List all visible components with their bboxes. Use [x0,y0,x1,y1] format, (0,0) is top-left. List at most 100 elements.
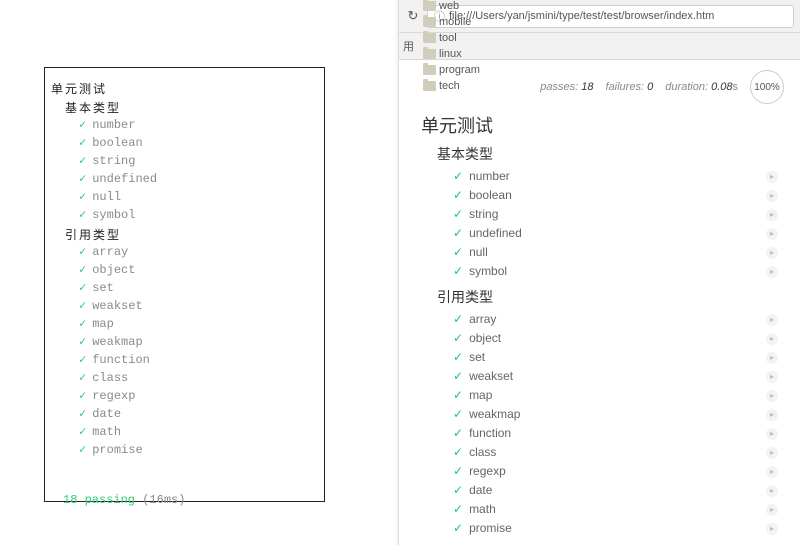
check-icon: ✓ [79,170,86,188]
bookmark-label: web [439,0,459,12]
mocha-test-item[interactable]: ✓object▸ [453,329,784,348]
bookmark-folder[interactable]: linux [418,46,485,62]
mocha-test-item[interactable]: ✓undefined▸ [453,224,784,243]
replay-icon[interactable]: ▸ [766,447,778,459]
check-icon: ✓ [79,243,86,261]
bookmark-folder[interactable]: mobile [418,14,485,30]
mocha-test-item[interactable]: ✓ function ▸ [453,424,784,443]
stats-passes-label: passes: [540,81,578,93]
mocha-suite-root[interactable]: 单元测试 [421,112,784,138]
replay-icon[interactable]: ▸ [766,523,778,535]
terminal-test-item: ✓date [79,405,324,423]
check-icon: ✓ [79,387,86,405]
bookmarks-prefix[interactable]: 用 [403,38,414,54]
terminal-test-item: ✓number [79,116,324,134]
folder-icon [423,49,436,59]
check-icon: ✓ [453,348,463,367]
progress-pct: 100% [754,82,780,93]
check-icon: ✓ [79,315,86,333]
bookmark-label: linux [439,48,462,60]
check-icon: ✓ [453,243,463,262]
replay-icon[interactable]: ▸ [766,504,778,516]
terminal-suite-root: 单元测试 [51,80,324,97]
folder-icon [423,65,436,75]
bookmarks-bar: 用 webmobiletoollinuxprogramtech [399,33,800,60]
mocha-test-item[interactable]: ✓promise▸ [453,519,784,538]
mocha-test-item[interactable]: ✓ weakset ▸ [453,367,784,386]
bookmark-folder[interactable]: tool [418,30,485,46]
check-icon: ✓ [453,519,463,538]
check-icon: ✓ [79,441,86,459]
check-icon: ✓ [453,310,463,329]
replay-icon[interactable]: ▸ [766,171,778,183]
test-label: null [469,243,488,262]
terminal-test-item: ✓promise [79,441,324,459]
terminal-test-item: ✓symbol [79,206,324,224]
check-icon: ✓ [453,167,463,186]
replay-icon[interactable]: ▸ [766,409,778,421]
test-label: set [469,348,485,367]
terminal-test-item: ✓weakset [79,297,324,315]
mocha-test-item[interactable]: ✓ null ▸ [453,243,784,262]
terminal-test-item: ✓object [79,261,324,279]
replay-icon[interactable]: ▸ [766,390,778,402]
mocha-test-item[interactable]: ✓class▸ [453,443,784,462]
bookmark-folder[interactable]: web [418,0,485,14]
test-label: math [469,500,496,519]
mocha-test-item[interactable]: ✓ set ▸ [453,348,784,367]
stats-duration-label: duration: [665,81,708,93]
mocha-test-item[interactable]: ✓weakmap▸ [453,405,784,424]
check-icon: ✓ [79,134,86,152]
mocha-test-item[interactable]: ✓string▸ [453,205,784,224]
test-label: weakset [469,367,513,386]
check-icon: ✓ [79,152,86,170]
mocha-test-item[interactable]: ✓map▸ [453,386,784,405]
check-icon: ✓ [453,329,463,348]
replay-icon[interactable]: ▸ [766,333,778,345]
check-icon: ✓ [79,188,86,206]
check-icon: ✓ [453,186,463,205]
terminal-test-item: ✓function [79,351,324,369]
replay-icon[interactable]: ▸ [766,190,778,202]
bookmark-folder[interactable]: tech [418,78,485,94]
mocha-group-title[interactable]: 基本类型 [437,144,784,164]
test-label: undefined [469,224,522,243]
replay-icon[interactable]: ▸ [766,485,778,497]
mocha-group-title[interactable]: 引用类型 [437,287,784,307]
replay-icon[interactable]: ▸ [766,247,778,259]
terminal-test-item: ✓regexp [79,387,324,405]
replay-icon[interactable]: ▸ [766,266,778,278]
mocha-test-item[interactable]: ✓number▸ [453,167,784,186]
check-icon: ✓ [453,386,463,405]
check-icon: ✓ [453,462,463,481]
mocha-test-item[interactable]: ✓date▸ [453,481,784,500]
replay-icon[interactable]: ▸ [766,466,778,478]
check-icon: ✓ [79,333,86,351]
test-label: boolean [469,186,512,205]
terminal-test-item: ✓string [79,152,324,170]
check-icon: ✓ [79,369,86,387]
terminal-test-item: ✓null [79,188,324,206]
mocha-test-item[interactable]: ✓array▸ [453,310,784,329]
test-label: function [469,424,511,443]
mocha-test-item[interactable]: ✓math▸ [453,500,784,519]
folder-icon [423,33,436,43]
check-icon: ✓ [453,367,463,386]
bookmark-label: tech [439,80,460,92]
check-icon: ✓ [453,262,463,281]
replay-icon[interactable]: ▸ [766,371,778,383]
bookmark-folder[interactable]: program [418,62,485,78]
replay-icon[interactable]: ▸ [766,352,778,364]
replay-icon[interactable]: ▸ [766,428,778,440]
replay-icon[interactable]: ▸ [766,228,778,240]
mocha-test-item[interactable]: ✓regexp▸ [453,462,784,481]
check-icon: ✓ [453,424,463,443]
terminal-test-item: ✓math [79,423,324,441]
mocha-test-item[interactable]: ✓ boolean ▸ [453,186,784,205]
check-icon: ✓ [79,423,86,441]
check-icon: ✓ [79,351,86,369]
replay-icon[interactable]: ▸ [766,209,778,221]
replay-icon[interactable]: ▸ [766,314,778,326]
check-icon: ✓ [79,405,86,423]
mocha-test-item[interactable]: ✓symbol▸ [453,262,784,281]
